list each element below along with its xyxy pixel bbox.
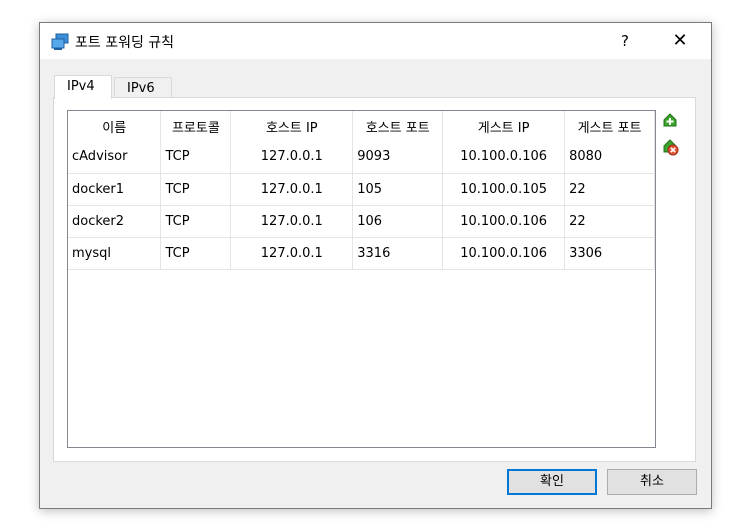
- cell-host-ip: 127.0.0.1: [230, 141, 354, 174]
- remove-rule-icon[interactable]: [660, 137, 680, 157]
- cell-name: mysql: [68, 237, 162, 270]
- cell-guest-port: 3306: [564, 237, 655, 270]
- tab-ipv6[interactable]: IPv6: [114, 77, 172, 98]
- column-header-name[interactable]: 이름: [68, 111, 162, 141]
- cell-guest-ip: 10.100.0.106: [442, 237, 566, 270]
- port-forwarding-dialog: 포트 포워딩 규칙 ? ✕ IPv4 IPv6 이름 프로토콜 호스트 IP 호…: [39, 22, 712, 509]
- cell-host-port: 106: [352, 205, 444, 238]
- table-row[interactable]: docker2 TCP 127.0.0.1 106 10.100.0.106 2…: [68, 205, 655, 238]
- column-header-protocol[interactable]: 프로토콜: [160, 111, 232, 141]
- title-bar: 포트 포워딩 규칙 ? ✕: [40, 23, 711, 59]
- cell-guest-ip: 10.100.0.105: [442, 173, 566, 206]
- tab-ipv4[interactable]: IPv4: [54, 75, 112, 99]
- column-header-host-port[interactable]: 호스트 포트: [352, 111, 444, 141]
- cell-host-port: 3316: [352, 237, 444, 270]
- cell-guest-port: 22: [564, 205, 655, 238]
- cell-protocol: TCP: [160, 205, 232, 238]
- close-button[interactable]: ✕: [655, 27, 705, 55]
- cell-guest-port: 8080: [564, 141, 655, 174]
- table-row[interactable]: cAdvisor TCP 127.0.0.1 9093 10.100.0.106…: [68, 141, 655, 174]
- close-icon: ✕: [672, 30, 688, 51]
- cell-protocol: TCP: [160, 141, 232, 174]
- cell-protocol: TCP: [160, 173, 232, 206]
- cell-guest-port: 22: [564, 173, 655, 206]
- table-header-row: 이름 프로토콜 호스트 IP 호스트 포트 게스트 IP 게스트 포트: [68, 111, 655, 141]
- column-header-guest-port[interactable]: 게스트 포트: [564, 111, 655, 141]
- add-rule-icon[interactable]: [660, 111, 680, 131]
- help-button[interactable]: ?: [605, 27, 645, 55]
- column-header-host-ip[interactable]: 호스트 IP: [230, 111, 354, 141]
- rules-table: 이름 프로토콜 호스트 IP 호스트 포트 게스트 IP 게스트 포트 cAdv…: [68, 111, 655, 270]
- cell-host-port: 105: [352, 173, 444, 206]
- tab-panel-ipv4: 이름 프로토콜 호스트 IP 호스트 포트 게스트 IP 게스트 포트 cAdv…: [53, 97, 696, 462]
- cell-host-ip: 127.0.0.1: [230, 237, 354, 270]
- cell-host-ip: 127.0.0.1: [230, 173, 354, 206]
- cell-name: cAdvisor: [68, 141, 162, 174]
- cell-host-ip: 127.0.0.1: [230, 205, 354, 238]
- rule-actions: [660, 111, 680, 163]
- table-row[interactable]: docker1 TCP 127.0.0.1 105 10.100.0.105 2…: [68, 173, 655, 206]
- ok-button[interactable]: 확인: [507, 469, 597, 495]
- cell-host-port: 9093: [352, 141, 444, 174]
- cell-name: docker1: [68, 173, 162, 206]
- cancel-button[interactable]: 취소: [607, 469, 697, 495]
- cell-guest-ip: 10.100.0.106: [442, 141, 566, 174]
- table-row[interactable]: mysql TCP 127.0.0.1 3316 10.100.0.106 33…: [68, 237, 655, 270]
- cell-guest-ip: 10.100.0.106: [442, 205, 566, 238]
- window-icon: [51, 33, 69, 50]
- cell-protocol: TCP: [160, 237, 232, 270]
- window-title: 포트 포워딩 규칙: [75, 35, 175, 51]
- cell-name: docker2: [68, 205, 162, 238]
- column-header-guest-ip[interactable]: 게스트 IP: [442, 111, 566, 141]
- rules-table-container[interactable]: 이름 프로토콜 호스트 IP 호스트 포트 게스트 IP 게스트 포트 cAdv…: [67, 110, 656, 448]
